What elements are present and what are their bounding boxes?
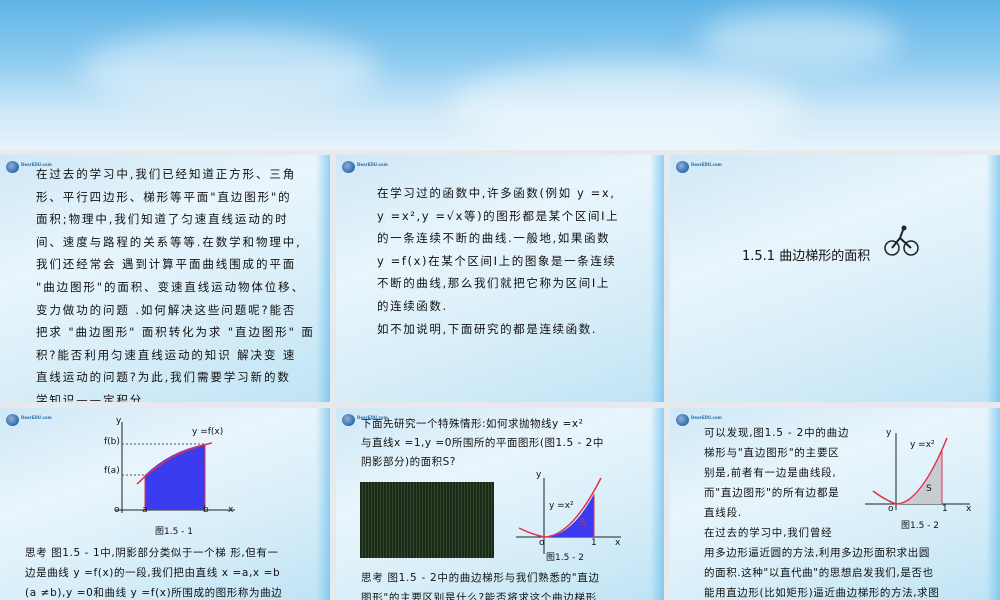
slide-thumbnail-6[interactable]: DearEDU.com 可以发现,图1.5 - 2中的曲边 梯形与"直边图形"的主… [670,408,1000,600]
slide-text: 在学习过的函数中,许多函数(例如 y =x, y =x²,y =√x等)的图形都是… [377,186,620,336]
slide-title: 1.5.1 曲边梯形的面积 [742,249,871,264]
slide-text: 在过去的学习中,我们已经知道正方形、三角 形、平行四边形、梯形等平面"直边图形"的… [36,167,315,402]
slide-text-bottom: 思考 图1.5 - 2中的曲边梯形与我们熟悉的"直边 图形"的主要区别是什么?能否… [361,572,600,600]
logo-icon: DearEDU.com [6,414,52,426]
hidden-answer-box[interactable] [360,482,494,558]
logo-icon: DearEDU.com [342,161,388,173]
logo-icon: DearEDU.com [676,161,722,173]
slide-thumbnail-5[interactable]: DearEDU.com 下面先研究一个特殊情形:如何求抛物线y =x² 与直线x … [336,408,664,600]
slide-thumbnail-2[interactable]: DearEDU.com 在学习过的函数中,许多函数(例如 y =x, y =x²,… [336,155,664,402]
slide-text: 思考 图1.5 - 1中,阴影部分类似于一个梯 形,但有一 边是曲线 y =f(x… [25,547,283,599]
slide-text: 可以发现,图1.5 - 2中的曲边 梯形与"直边图形"的主要区 别是,前者有一边是曲… [704,427,850,539]
shaded-area [145,444,205,510]
figure-1-5-2 [516,477,621,554]
header-banner [0,0,1000,150]
slide-text: 下面先研究一个特殊情形:如何求抛物线y =x² 与直线x =1,y =0所围所的平… [361,418,604,468]
slide-thumbnail-3[interactable]: DearEDU.com 1.5.1 曲边梯形的面积 [670,155,1000,402]
slide-text-bottom: 用多边形逼近圆的方法,利用多边形面积求出圆 的面积.这种"以直代曲"的思想启发我们… [704,547,940,599]
cyclist-icon [884,225,919,256]
slide-thumbnail-1[interactable]: DearEDU.com 在过去的学习中,我们已经知道正方形、三角 形、平行四边形、… [0,155,330,402]
slide-thumbnail-4[interactable]: DearEDU.com y f(b) f(a) y =f(x) o a b x … [0,408,330,600]
